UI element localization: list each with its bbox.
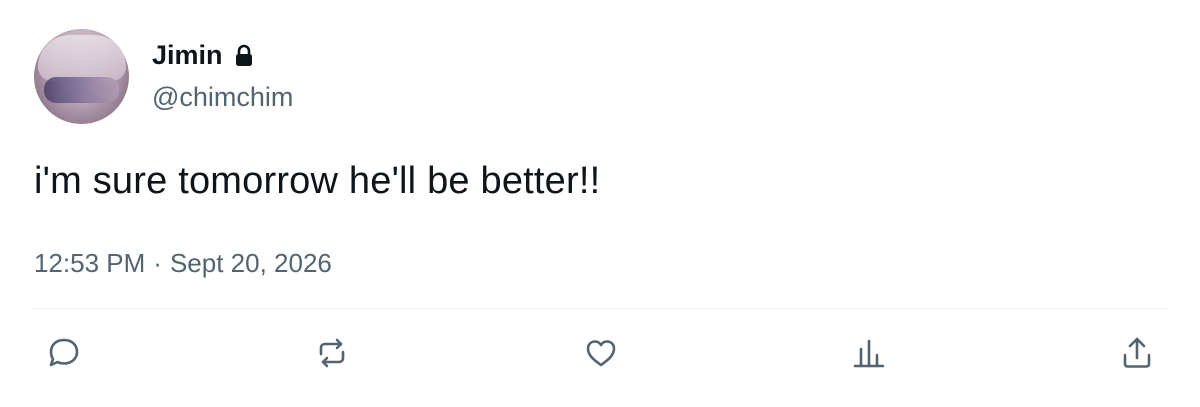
analytics-icon <box>853 339 885 368</box>
share-button[interactable] <box>1117 333 1157 373</box>
tweet-time: 12:53 PM <box>34 248 146 278</box>
avatar[interactable] <box>34 29 129 124</box>
divider <box>34 308 1166 309</box>
reply-button[interactable] <box>44 333 84 373</box>
share-icon <box>1123 337 1151 368</box>
views-button[interactable] <box>849 333 889 373</box>
author-display-name[interactable]: Jimin <box>152 40 223 71</box>
lock-icon <box>233 44 255 68</box>
tweet-card: Jimin @chimchim i'm sure tomorrow he'll … <box>0 0 1200 407</box>
author-name-row: Jimin <box>152 40 255 71</box>
tweet-timestamp[interactable]: 12:53 PM · Sept 20, 2026 <box>34 248 332 279</box>
retweet-button[interactable] <box>312 333 352 373</box>
avatar-shade <box>44 77 119 103</box>
tweet-date: Sept 20, 2026 <box>169 248 332 278</box>
avatar-hair <box>38 35 126 81</box>
author-handle[interactable]: @chimchim <box>152 82 293 113</box>
heart-icon <box>586 340 616 367</box>
retweet-icon <box>319 338 345 368</box>
timestamp-separator: · <box>153 248 162 278</box>
like-button[interactable] <box>581 333 621 373</box>
tweet-text: i'm sure tomorrow he'll be better!! <box>34 160 601 202</box>
reply-icon <box>49 338 79 367</box>
